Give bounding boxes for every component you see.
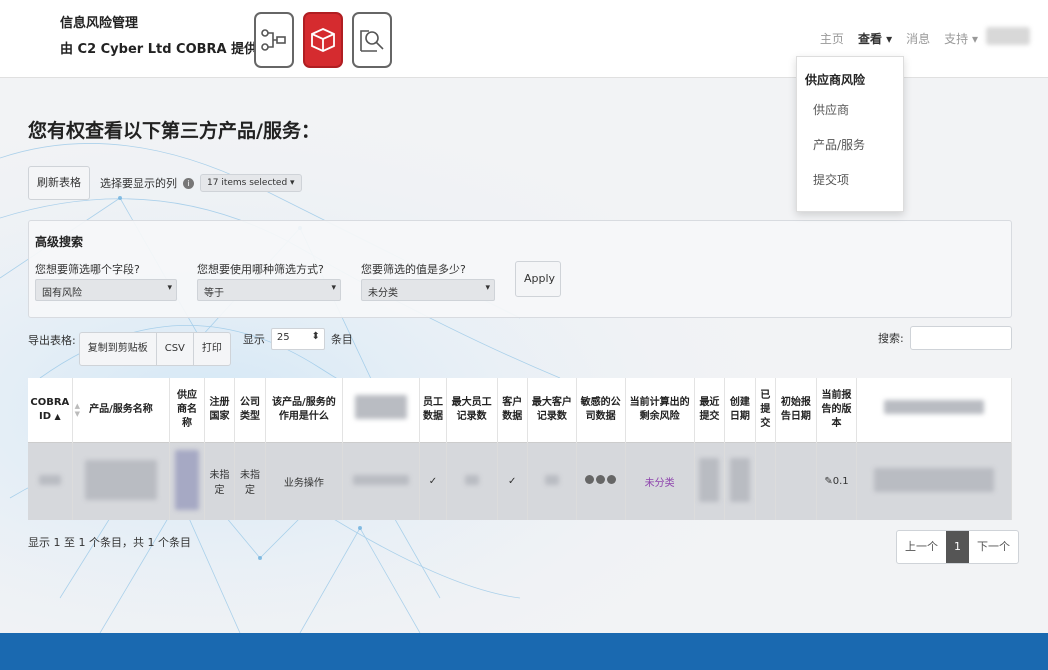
edit-icon[interactable]: ✎: [824, 476, 832, 487]
search-label: 搜索:: [878, 332, 904, 345]
columns-select[interactable]: 17 items selected ▾: [200, 174, 302, 192]
nav-view[interactable]: 查看 ▾: [858, 30, 892, 47]
residual-risk-value[interactable]: 未分类: [645, 478, 675, 489]
cell-residual-risk: 未分类: [625, 442, 695, 520]
brand: 信息风险管理 由 C2 Cyber Ltd COBRA 提供支持: [60, 14, 283, 60]
table-search: 搜索:: [878, 326, 1012, 350]
col-last-submission[interactable]: 最近提交: [694, 378, 726, 442]
workflow-icon[interactable]: [254, 12, 294, 68]
col-sensitive-data[interactable]: 敏感的公司数据: [576, 378, 626, 442]
show-label: 显示: [242, 333, 265, 346]
cell-submitted: [755, 442, 777, 520]
columns-label: 选择要显示的列: [100, 177, 177, 190]
advanced-search-panel: 高级搜索 您想要筛选哪个字段? 固有风险 您想要使用哪种筛选方式? 等于 您要筛…: [28, 220, 1012, 318]
advanced-search-title: 高级搜索: [35, 235, 84, 249]
cell-max-customer-records: [527, 442, 577, 520]
col-role[interactable]: 该产品/服务的作用是什么: [265, 378, 344, 442]
col-cobra-id[interactable]: COBRA ID ▲: [28, 378, 73, 442]
top-nav: 主页 查看 ▾ 消息 支持 ▾: [820, 30, 978, 47]
app-switcher: [254, 12, 392, 68]
cell-created-date: [724, 442, 756, 520]
nav-messages[interactable]: 消息: [906, 30, 930, 47]
export-bar: 导出表格: 复制到剪贴板 CSV 打印 显示 25 条目: [28, 328, 353, 366]
prev-page-button[interactable]: 上一个: [897, 531, 946, 563]
copy-clipboard-button[interactable]: 复制到剪贴板: [78, 332, 157, 366]
cell-company-type: 未指定: [234, 442, 266, 520]
cell-report-version: ✎0.1: [816, 442, 858, 520]
print-button[interactable]: 打印: [192, 332, 231, 366]
table-info: 显示 1 至 1 个条目，共 1 个条目: [28, 536, 191, 549]
cell-supplier-name[interactable]: [169, 442, 205, 520]
brand-title: 信息风险管理: [60, 16, 139, 31]
table-toolbar: 刷新表格 选择要显示的列 i 17 items selected ▾: [28, 166, 302, 200]
nav-support[interactable]: 支持 ▾: [944, 30, 978, 47]
cell-customer-data: ✓: [497, 442, 528, 520]
cell-role: 业务操作: [265, 442, 344, 520]
value-select[interactable]: 未分类: [361, 279, 495, 301]
cell-max-employee-records: [446, 442, 498, 520]
col-company-type[interactable]: 公司类型: [234, 378, 266, 442]
cell-sensitive-data: [576, 442, 626, 520]
col-supplier-name[interactable]: 供应商名称: [169, 378, 205, 442]
box-icon[interactable]: [303, 12, 343, 68]
col-initial-report-date[interactable]: 初始报告日期: [775, 378, 817, 442]
page-length-select[interactable]: 25: [270, 328, 325, 350]
nav-home[interactable]: 主页: [820, 30, 844, 47]
user-menu-avatar[interactable]: [986, 27, 1030, 45]
col-residual-risk[interactable]: 当前计算出的剩余风险: [625, 378, 695, 442]
csv-button[interactable]: CSV: [155, 332, 194, 366]
footer-bar: [0, 633, 1048, 670]
field-select[interactable]: 固有风险: [35, 279, 177, 301]
cell-employee-data: ✓: [419, 442, 447, 520]
cell-redacted-last: [856, 442, 1012, 520]
col-created-date[interactable]: 创建日期: [724, 378, 756, 442]
col-country[interactable]: 注册国家: [204, 378, 236, 442]
page-1-button[interactable]: 1: [946, 531, 969, 563]
col-customer-data[interactable]: 客户数据: [497, 378, 528, 442]
search-input[interactable]: [909, 326, 1012, 350]
cell-initial-report-date: [775, 442, 817, 520]
cell-last-submission: [694, 442, 726, 520]
sensitive-data-icons: [585, 475, 617, 485]
value-question: 您要筛选的值是多少?: [361, 263, 466, 276]
col-max-customer-records[interactable]: 最大客户记录数: [527, 378, 577, 442]
info-icon[interactable]: i: [183, 177, 194, 189]
next-page-button[interactable]: 下一个: [969, 531, 1018, 563]
refresh-table-button[interactable]: 刷新表格: [28, 166, 90, 200]
col-product-name[interactable]: ▲ ▼ 产品/服务名称: [72, 378, 171, 442]
col-submitted[interactable]: 已提交: [755, 378, 777, 442]
pagination: 上一个 1 下一个: [896, 530, 1019, 564]
col-redacted[interactable]: [342, 378, 421, 442]
method-select[interactable]: 等于: [197, 279, 341, 301]
export-button-group: 复制到剪贴板 CSV 打印: [78, 332, 231, 366]
export-label: 导出表格:: [28, 334, 76, 347]
method-question: 您想要使用哪种筛选方式?: [197, 263, 324, 276]
brand-subtitle: 由 C2 Cyber Ltd COBRA 提供支持: [60, 42, 284, 57]
page-title: 您有权查看以下第三方产品/服务：: [28, 120, 320, 142]
products-table: COBRA ID ▲ ▲ ▼ 产品/服务名称 供应商名称 注册国家 公司类型 该产品…: [28, 378, 1012, 520]
dropdown-item-products[interactable]: 产品/服务: [797, 128, 903, 163]
cell-product-name[interactable]: [72, 442, 171, 520]
page-length-control: 显示 25 条目: [243, 328, 353, 350]
dropdown-item-suppliers[interactable]: 供应商: [797, 93, 903, 128]
apply-button[interactable]: Apply: [515, 261, 561, 297]
cell-cobra-id: [28, 442, 73, 520]
view-dropdown-menu: 供应商风险 供应商 产品/服务 提交项: [796, 56, 904, 212]
col-employee-data[interactable]: 员工数据: [419, 378, 447, 442]
dropdown-item-submissions[interactable]: 提交项: [797, 163, 903, 198]
cell-country: 未指定: [204, 442, 236, 520]
search-doc-icon[interactable]: [352, 12, 392, 68]
col-max-employee-records[interactable]: 最大员工记录数: [446, 378, 498, 442]
entries-label: 条目: [330, 333, 353, 346]
col-report-version[interactable]: 当前报告的版本: [816, 378, 858, 442]
dropdown-header: 供应商风险: [805, 73, 866, 87]
cell-redacted: [342, 442, 421, 520]
col-redacted-last[interactable]: [856, 378, 1012, 442]
table-header-row: COBRA ID ▲ ▲ ▼ 产品/服务名称 供应商名称 注册国家 公司类型 该产品…: [28, 378, 1012, 442]
table-row[interactable]: 未指定 未指定 业务操作 ✓ ✓ 未分类 ✎0.1: [28, 442, 1012, 520]
field-question: 您想要筛选哪个字段?: [35, 263, 140, 276]
